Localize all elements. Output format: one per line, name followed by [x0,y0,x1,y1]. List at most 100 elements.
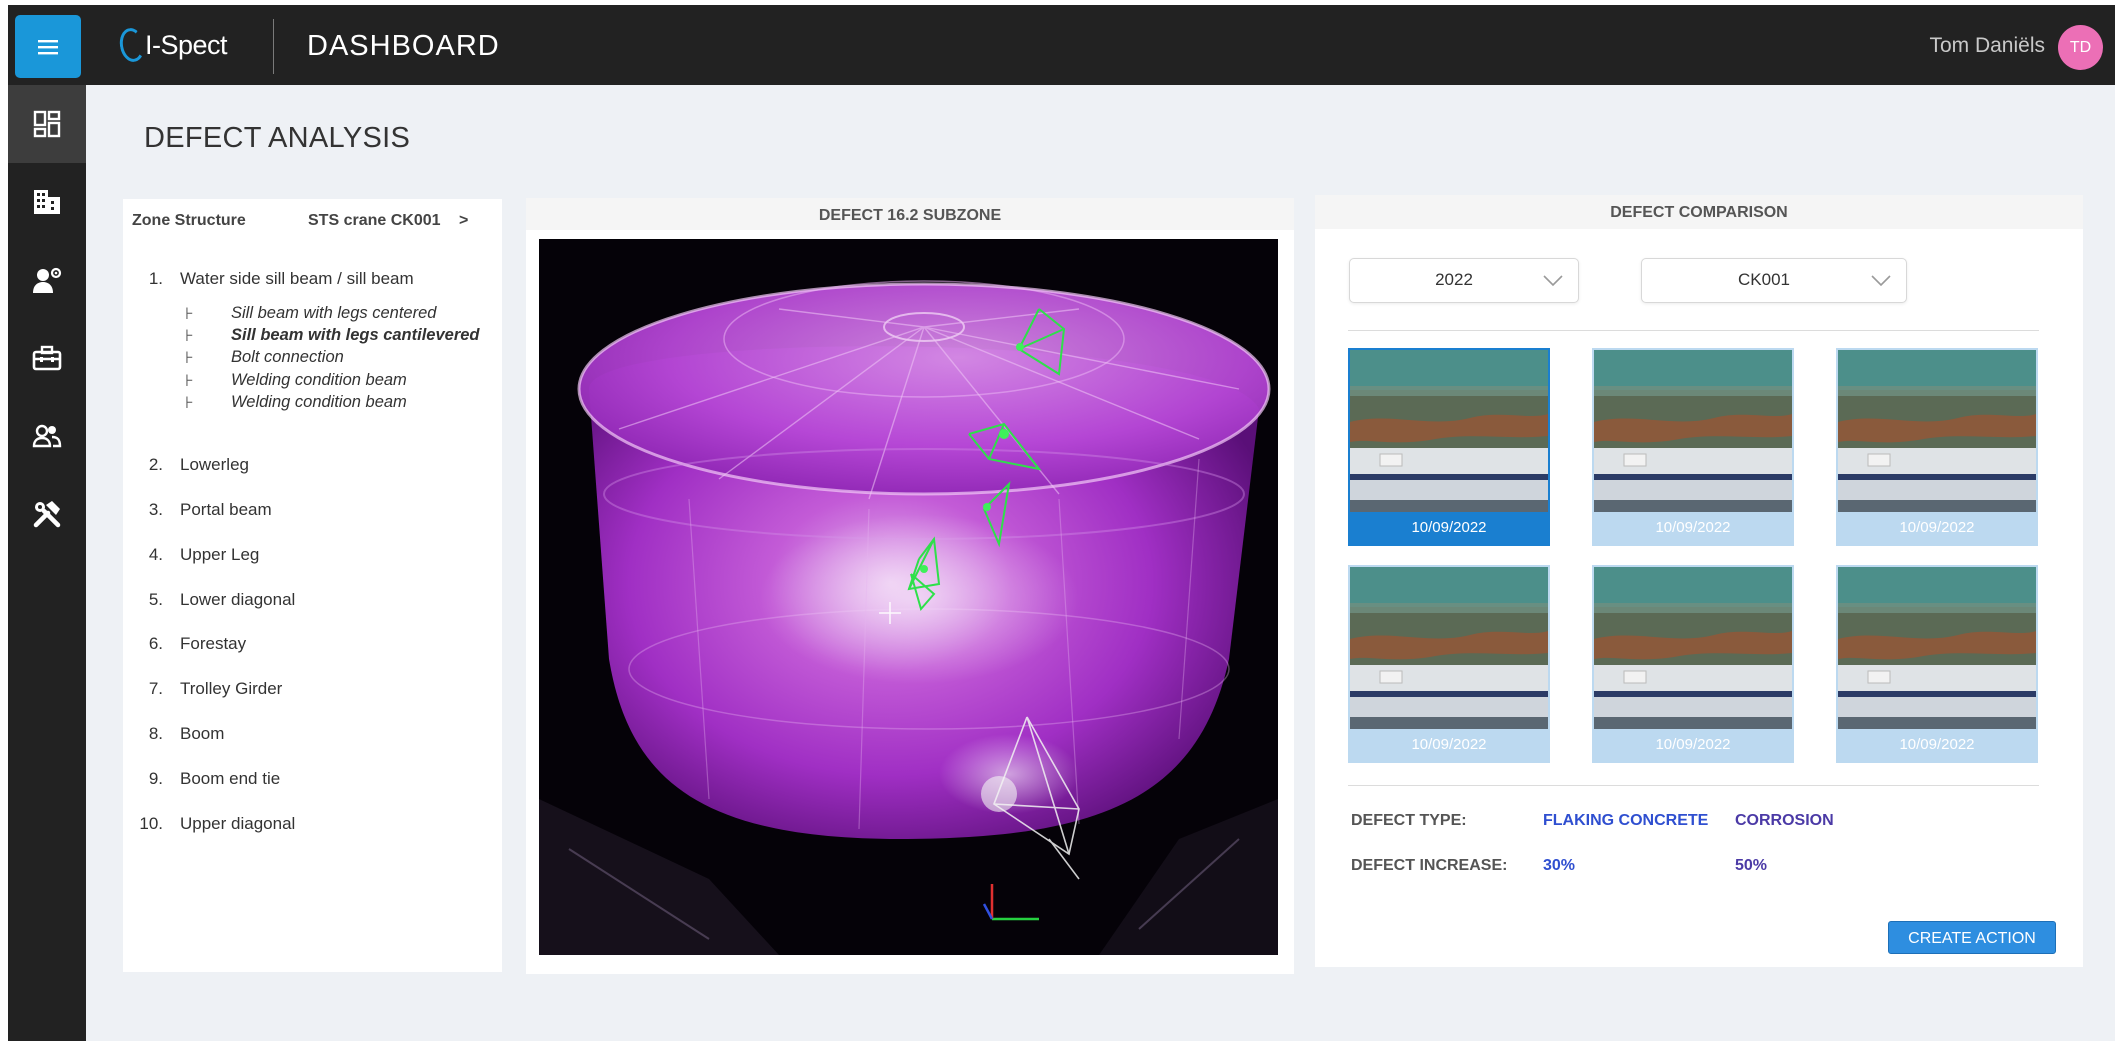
sidebar [8,85,86,1041]
year-select-value: 2022 [1435,270,1473,289]
sidebar-item-workers[interactable] [8,241,86,319]
zone-item-number: 5. [148,590,163,609]
zone-item-number: 9. [148,769,163,788]
defect-thumbnail[interactable]: 10/09/2022 [1836,565,2038,763]
app-frame: I-Spect DASHBOARD Tom Daniëls TD DEFECT … [8,5,2115,1041]
thumbnail-image [1594,350,1792,512]
defect-type-flaking: FLAKING CONCRETE [1543,812,1709,829]
inspection-photo [1350,350,1548,512]
thumbnail-image [1350,567,1548,729]
defect-type-label: DEFECT TYPE: [1351,812,1467,829]
zone-subitem-label: Welding condition beam [231,371,407,389]
zone-subitem-label: Bolt connection [231,348,344,366]
tree-branch-icon: ⊦ [185,305,194,323]
inspection-photo [1594,350,1792,512]
zone-structure-panel: Zone Structure STS crane CK001 > 1. Water… [123,199,502,972]
zone-item-label: Lower diagonal [180,590,296,609]
zone-item-number: 8. [148,724,163,743]
tree-branch-icon: ⊦ [185,372,194,390]
pointcloud-viewer[interactable] [539,239,1278,955]
zone-subitem-label: Sill beam with legs cantilevered [231,326,480,344]
logo-mark-icon [117,26,147,64]
inspection-photo [1350,567,1548,729]
building-icon [34,190,60,214]
tree-branch-icon: ⊦ [185,327,194,345]
defect-type-corrosion: CORROSION [1735,812,1834,829]
zone-item-label: Boom [180,724,225,743]
defect-thumbnail[interactable]: 10/09/2022 [1592,348,1794,546]
zone-item-label: Water side sill beam / sill beam [180,269,414,288]
defect-view-panel: DEFECT 16.2 SUBZONE [526,198,1294,974]
tree-branch-icon: ⊦ [185,394,194,412]
inspection-photo [1838,567,2036,729]
zone-item-number: 10. [139,814,163,833]
zone-subitem-label: Sill beam with legs centered [231,304,437,322]
tree-branch-icon: ⊦ [185,349,194,367]
sidebar-item-buildings[interactable] [8,163,86,241]
toolbox-icon [32,345,62,371]
crane-select[interactable]: CK001 [1641,258,1907,303]
top-bar: I-Spect DASHBOARD Tom Daniëls TD [8,5,2115,85]
year-select[interactable]: 2022 [1349,258,1579,303]
sidebar-item-dashboard[interactable] [8,85,86,163]
zone-item-label: Portal beam [180,500,272,519]
page-title: DEFECT ANALYSIS [144,122,411,154]
crane-breadcrumb[interactable]: STS crane CK001 [308,212,441,230]
thumbnail-date: 10/09/2022 [1411,519,1487,536]
defect-thumbnail[interactable]: 10/09/2022 [1348,348,1550,546]
thumbnail-image [1350,350,1548,512]
zone-item-number: 1. [148,269,163,288]
zone-item-label: Upper Leg [180,545,260,564]
zone-item-number: 2. [148,455,163,474]
logo-text: I-Spect [145,29,228,60]
hamburger-icon [38,39,58,54]
defect-thumbnail[interactable]: 10/09/2022 [1348,565,1550,763]
tools-icon [33,501,61,528]
inspection-photo [1838,350,2036,512]
defect-view-title: DEFECT 16.2 SUBZONE [526,198,1294,230]
chevron-down-icon [1543,275,1563,287]
zone-item-label: Trolley Girder [180,679,283,698]
chevron-down-icon [1871,275,1891,287]
defect-increase-flaking: 30% [1543,857,1576,874]
zone-item-number: 7. [148,679,163,698]
zone-item-label: Upper diagonal [180,814,296,833]
worker-icon [33,267,62,293]
sidebar-item-team[interactable] [8,397,86,475]
avatar[interactable]: TD [2058,25,2103,70]
defect-increase-label: DEFECT INCREASE: [1351,857,1508,874]
zone-structure-label: Zone Structure [132,212,246,229]
zone-item-number: 4. [148,545,163,564]
zone-subitem-label: Welding condition beam [231,393,407,411]
create-action-button[interactable]: CREATE ACTION [1888,921,2056,954]
thumbnail-image [1838,350,2036,512]
pointcloud-render [539,239,1278,955]
thumbnail-image [1838,567,2036,729]
zone-item-label: Boom end tie [180,769,281,788]
dashboard-icon [33,110,61,138]
defect-increase-corrosion: 50% [1735,857,1768,874]
user-name[interactable]: Tom Daniëls [1929,34,2045,58]
inspection-photo [1594,567,1792,729]
team-icon [32,424,62,448]
zone-item-number: 6. [148,634,163,653]
thumbnail-date: 10/09/2022 [1655,736,1731,753]
crane-select-value: CK001 [1738,270,1790,289]
defect-thumbnail[interactable]: 10/09/2022 [1592,565,1794,763]
zone-item-number: 3. [148,500,163,519]
thumbnail-date: 10/09/2022 [1655,519,1731,536]
defect-thumbnail[interactable]: 10/09/2022 [1836,348,2038,546]
menu-button[interactable] [15,15,81,78]
divider [1348,785,2039,786]
thumbnail-date: 10/09/2022 [1899,736,1975,753]
breadcrumb-next-button[interactable]: > [459,212,468,230]
sidebar-item-toolbox[interactable] [8,319,86,397]
thumbnail-image [1594,567,1792,729]
thumbnail-date: 10/09/2022 [1899,519,1975,536]
defect-comparison-panel: DEFECT COMPARISON 2022 CK001 10/09/2022 1… [1315,195,2083,967]
header-divider [273,19,274,74]
app-logo[interactable]: I-Spect [117,26,228,64]
thumbnail-date: 10/09/2022 [1411,736,1487,753]
sidebar-item-tools[interactable] [8,475,86,553]
defect-comparison-title: DEFECT COMPARISON [1315,195,2083,229]
